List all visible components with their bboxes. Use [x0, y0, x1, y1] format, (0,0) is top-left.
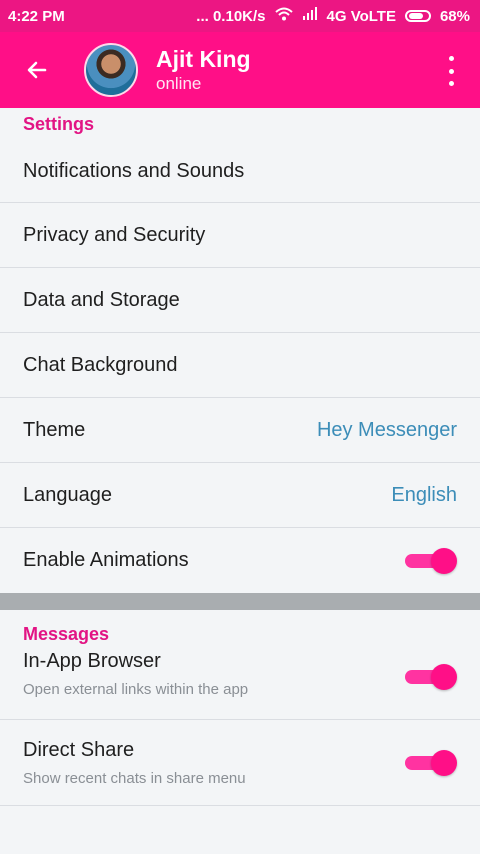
contact-name: Ajit King [156, 45, 251, 72]
setting-enable-animations[interactable]: Enable Animations [0, 528, 480, 593]
setting-description: Open external links within the app [23, 681, 249, 698]
setting-label: Notifications and Sounds [23, 159, 245, 182]
setting-label: Direct Share [23, 738, 135, 761]
status-time: 4:22 PM [8, 7, 65, 25]
status-bar: 4:22 PM ... 0.10K/s 4G VoLTE 68% [0, 0, 480, 32]
wifi-icon [274, 7, 293, 25]
battery-level: 68% [439, 7, 470, 25]
contact-header[interactable]: Ajit King online [156, 46, 251, 95]
overflow-menu-icon[interactable] [447, 56, 455, 86]
network-type: 4G VoLTE [326, 7, 396, 25]
setting-value: English [391, 483, 457, 506]
app-bar: Ajit King online [0, 32, 480, 108]
setting-label: Privacy and Security [23, 223, 206, 246]
setting-direct-share[interactable]: Direct Share Show recent chats in share … [0, 720, 480, 806]
setting-in-app-browser[interactable]: In-App Browser Open external links withi… [0, 650, 480, 720]
setting-chat-background[interactable]: Chat Background [0, 333, 480, 398]
battery-icon [404, 10, 431, 22]
in-app-browser-toggle[interactable] [405, 664, 457, 690]
setting-data-and-storage[interactable]: Data and Storage [0, 268, 480, 333]
avatar[interactable] [84, 43, 138, 97]
setting-notifications-and-sounds[interactable]: Notifications and Sounds [0, 140, 480, 203]
setting-label: Data and Storage [23, 288, 180, 311]
setting-label: Chat Background [23, 353, 178, 376]
setting-label: In-App Browser [23, 650, 161, 672]
setting-language[interactable]: Language English [0, 463, 480, 528]
setting-label: Language [23, 483, 112, 506]
enable-animations-toggle[interactable] [405, 547, 457, 574]
status-icons: ... 0.10K/s 4G VoLTE 68% [196, 7, 470, 25]
setting-description: Show recent chats in share menu [23, 769, 246, 787]
section-divider [0, 593, 480, 610]
arrow-left-icon [27, 61, 47, 79]
direct-share-toggle[interactable] [405, 749, 457, 776]
setting-theme[interactable]: Theme Hey Messenger [0, 398, 480, 463]
network-speed: ... 0.10K/s [196, 7, 266, 25]
setting-label: Theme [23, 418, 86, 441]
setting-value: Hey Messenger [316, 418, 457, 441]
messages-section-title: Messages [23, 624, 110, 644]
setting-privacy-and-security[interactable]: Privacy and Security [0, 203, 480, 268]
signal-icon [302, 7, 318, 25]
contact-presence: online [156, 73, 202, 93]
back-button[interactable] [22, 55, 52, 85]
setting-label: Enable Animations [23, 549, 189, 571]
settings-section-title: Settings [23, 114, 95, 134]
